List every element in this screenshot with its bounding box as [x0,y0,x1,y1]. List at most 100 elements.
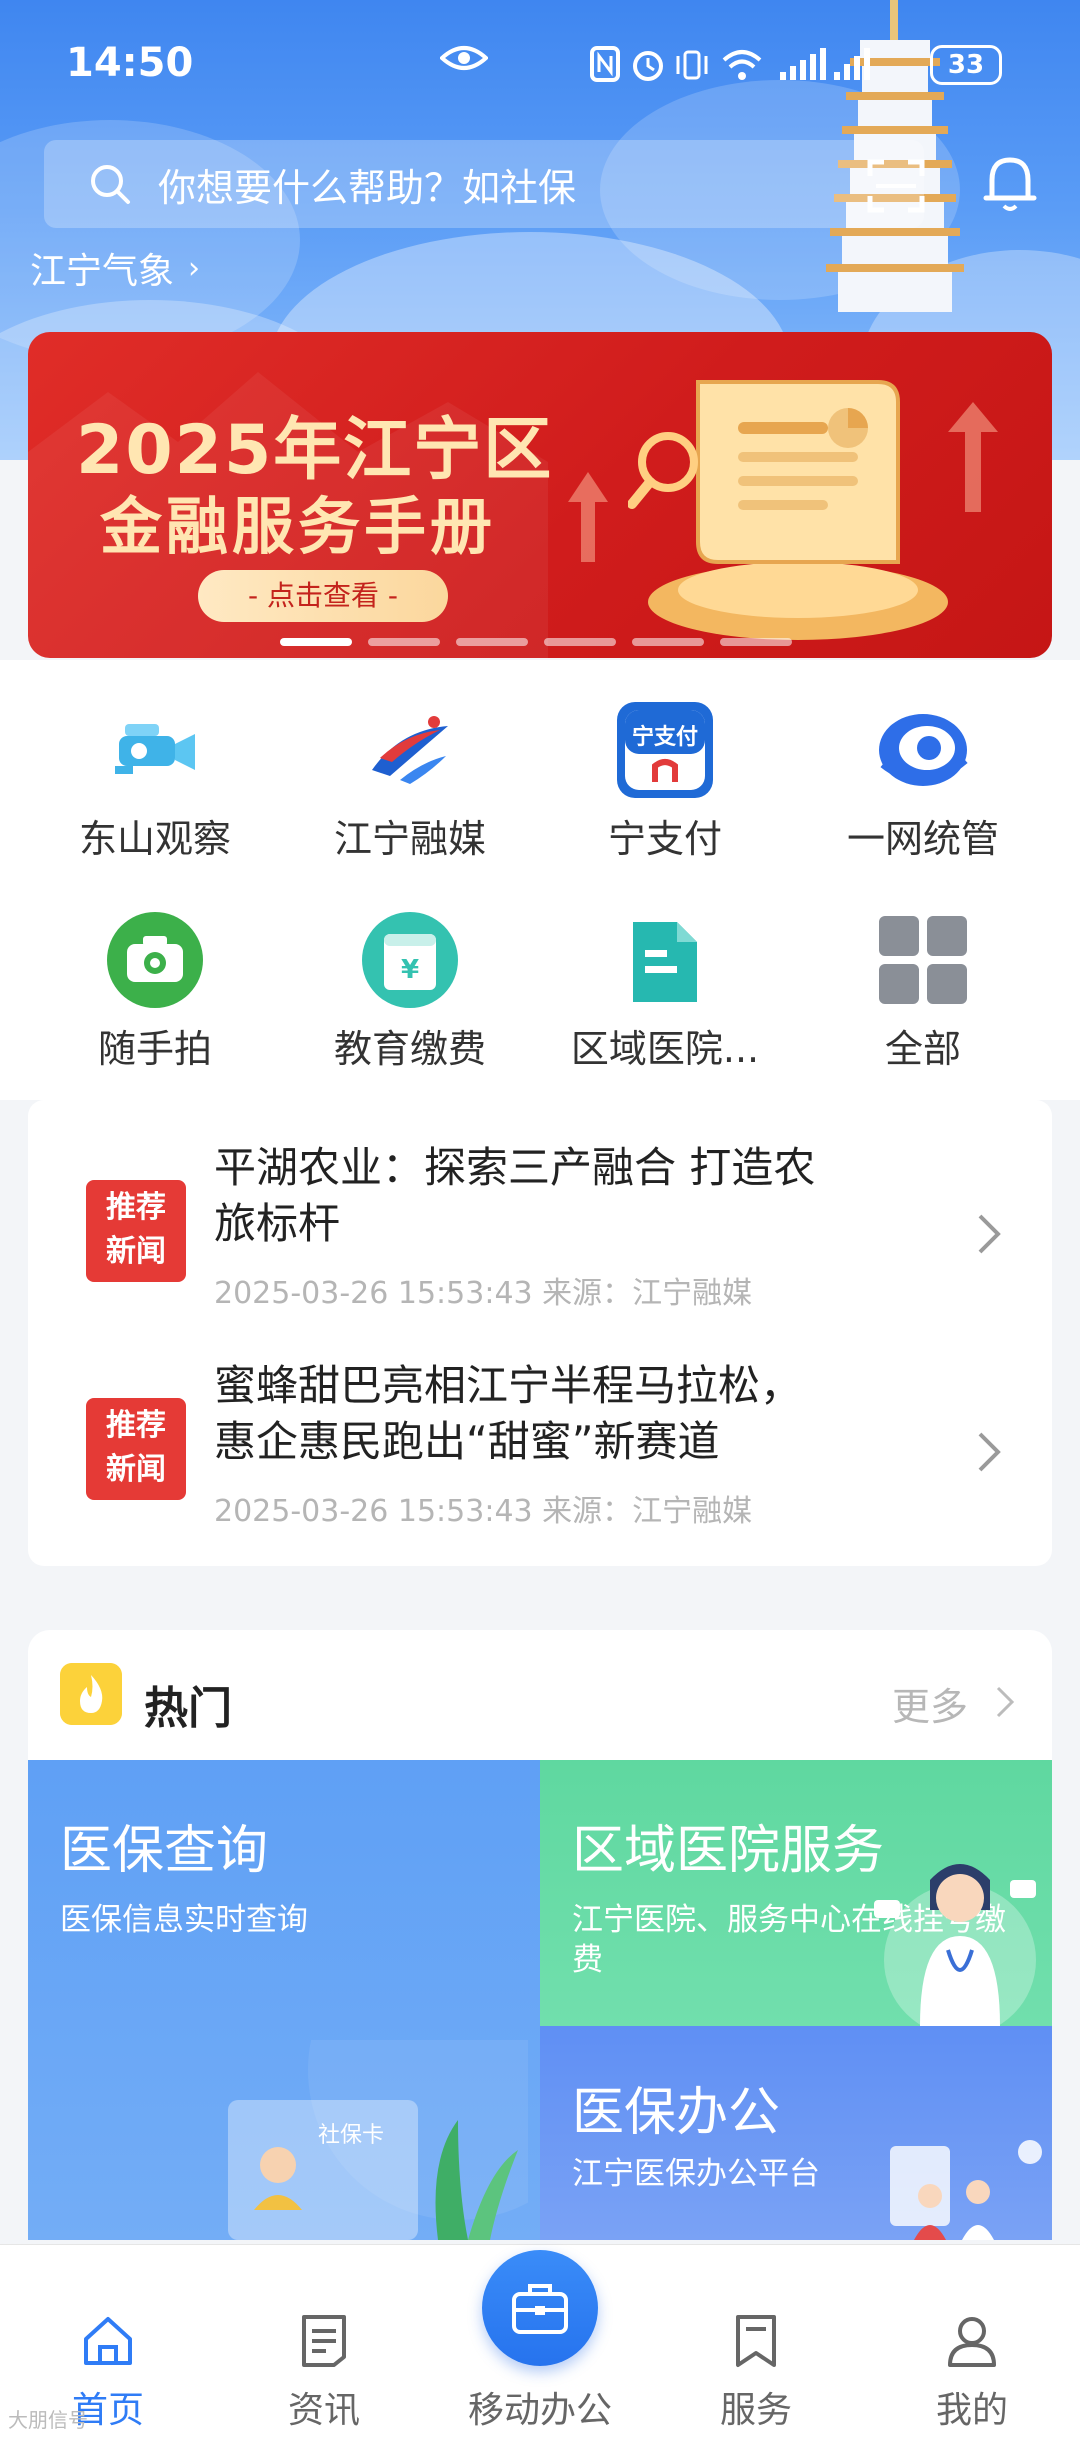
news-title-line1: 蜜蜂甜巴亮相江宁半程马拉松， [214,1361,803,1410]
office-illustration [890,2140,1042,2240]
watermark-text: 大朋信号 [8,2408,88,2432]
signal-icon [780,48,870,80]
grid-label: 区域医院... [570,1027,760,1071]
chevron-right-icon[interactable] [994,1684,1016,1720]
grid-item-unified-mgmt[interactable]: 一网统管 [788,700,1058,900]
card-title: 区域医院服务 [572,1821,885,1881]
search-placeholder: 你想要什么帮助？如社保 [158,165,577,210]
nav-label: 移动办公 [467,2390,612,2431]
news-tag-line2: 新闻 [106,1234,166,1269]
ning-pay-badge-text: 宁支付 [632,724,698,750]
news-title: 蜜蜂甜巴亮相江宁半程马拉松， 惠企惠民跑出“甜蜜”新赛道 [214,1358,914,1470]
status-time: 14:50 [66,40,194,86]
insurance-card-illustration: 社保卡 [228,2040,528,2240]
briefcase-icon [512,2284,568,2334]
tuition-payment-icon: ¥ [362,912,458,1008]
battery-indicator: 33 [930,45,1002,85]
card-title: 医保查询 [60,1821,269,1881]
hot-header: 热门 更多 [28,1630,1052,1760]
weather-label: 江宁气象 [30,251,175,292]
grid-item-ningpay[interactable]: 宁支付 宁支付 [530,700,800,900]
weather-link[interactable]: 江宁气象 › [30,242,200,294]
card-regional-hospital[interactable]: 区域医院服务 江宁医院、服务中心在线挂号缴费 [540,1760,1052,2026]
news-tag-line1: 推荐 [106,1190,166,1225]
hot-title: 热门 [144,1683,232,1734]
pagination-dot[interactable] [456,638,528,646]
news-item[interactable]: 推荐 新闻 平湖农业：探索三产融合 打造农 旅标杆 2025-03-26 15:… [28,1140,1052,1340]
grid-label: 宁支付 [607,817,722,861]
home-icon [84,2317,132,2365]
news-tag-badge: 推荐 新闻 [86,1398,186,1500]
card-subtitle: 医保信息实时查询 [60,1902,308,1938]
user-icon [948,2317,996,2367]
nav-news[interactable]: 资讯 [216,2245,432,2438]
nav-label: 资讯 [287,2390,360,2431]
grid-item-media[interactable]: 江宁融媒 [275,700,545,900]
banner-title-line2: 金融服务手册 [100,490,497,563]
status-bar: 14:50 33 [0,0,1080,130]
chevron-right-icon [978,1214,1001,1254]
pagination-dot[interactable] [720,638,792,646]
news-tag-line2: 新闻 [106,1452,166,1487]
grid-label: 全部 [884,1027,961,1071]
news-title: 平湖农业：探索三产融合 打造农 旅标杆 [214,1140,914,1252]
news-meta: 2025-03-26 15:53:43 来源：江宁融媒 [214,1494,753,1529]
card-medical-insurance-query[interactable]: 医保查询 医保信息实时查询 社保卡 [28,1760,540,2240]
news-title-line1: 平湖农业：探索三产融合 打造农 [214,1143,816,1192]
news-title-line2: 旅标杆 [214,1199,341,1248]
promo-banner[interactable]: 2025年江宁区 金融服务手册 - 点击查看 - [28,332,1052,658]
pagination-dot[interactable] [368,638,440,646]
grid-label: 江宁融媒 [333,817,486,861]
quick-access-grid: 东山观察 江宁融媒 宁支付 宁支付 一网统管 随手拍 ¥ 教育缴费 区域医院..… [0,660,1080,1100]
grid-label: 一网统管 [846,817,999,861]
pagination-dot[interactable] [544,638,616,646]
grid-item-tuition[interactable]: ¥ 教育缴费 [275,910,545,1110]
grid-label: 东山观察 [78,817,231,861]
news-meta: 2025-03-26 15:53:43 来源：江宁融媒 [214,1276,753,1311]
hospital-doc-icon [633,922,697,1002]
social-security-card-text: 社保卡 [318,2123,384,2148]
grid-all-icon [879,916,967,1004]
camera-drone-icon [115,724,195,774]
bell-icon[interactable] [980,150,1040,216]
scan-icon[interactable] [866,158,926,214]
document-scroll-illustration [628,380,948,640]
grid-item-snapshot[interactable]: 随手拍 [20,910,290,1110]
card-medical-insurance-office[interactable]: 医保办公 江宁医保办公平台 [540,2026,1052,2240]
grid-label: 随手拍 [97,1027,212,1071]
nav-label: 服务 [719,2390,792,2431]
vibrate-icon [676,50,708,80]
grid-item-dongshan[interactable]: 东山观察 [20,700,290,900]
grid-item-all[interactable]: 全部 [788,910,1058,1110]
media-logo-icon [372,716,448,784]
more-link[interactable]: 更多 [892,1676,968,1731]
news-icon [302,2315,346,2367]
fire-icon [60,1663,122,1725]
news-title-line2: 惠企惠民跑出“甜蜜”新赛道 [214,1417,720,1466]
yuan-symbol: ¥ [401,955,419,985]
camera-icon [107,912,203,1008]
chevron-right-icon [978,1432,1001,1472]
bookmark-icon [736,2315,776,2367]
alarm-icon [633,51,663,81]
pagination-dot[interactable] [632,638,704,646]
nav-services[interactable]: 服务 [648,2245,864,2438]
banner-pagination [280,638,792,646]
grid-item-hospital[interactable]: 区域医院... [530,910,800,1110]
doctor-illustration [874,1864,1036,2026]
news-item[interactable]: 推荐 新闻 蜜蜂甜巴亮相江宁半程马拉松， 惠企惠民跑出“甜蜜”新赛道 2025-… [28,1358,1052,1558]
grid-label: 教育缴费 [333,1027,486,1071]
ning-pay-icon: 宁支付 [617,702,713,798]
nav-profile[interactable]: 我的 [864,2245,1080,2438]
pagination-dot[interactable] [280,638,352,646]
nav-label: 我的 [935,2390,1008,2431]
mobile-office-button[interactable] [482,2250,598,2366]
eye-network-icon [879,714,968,786]
hot-services: 热门 更多 医保查询 医保信息实时查询 社保卡 区域医院服务 江宁医院、服务中心… [28,1630,1052,2240]
recommended-news: 推荐 新闻 平湖农业：探索三产融合 打造农 旅标杆 2025-03-26 15:… [28,1100,1052,1566]
news-tag-badge: 推荐 新闻 [86,1180,186,1282]
banner-view-button[interactable]: - 点击查看 - [198,570,448,622]
search-input[interactable]: 你想要什么帮助？如社保 [44,140,924,228]
search-icon [91,165,130,204]
news-tag-line1: 推荐 [106,1408,166,1443]
